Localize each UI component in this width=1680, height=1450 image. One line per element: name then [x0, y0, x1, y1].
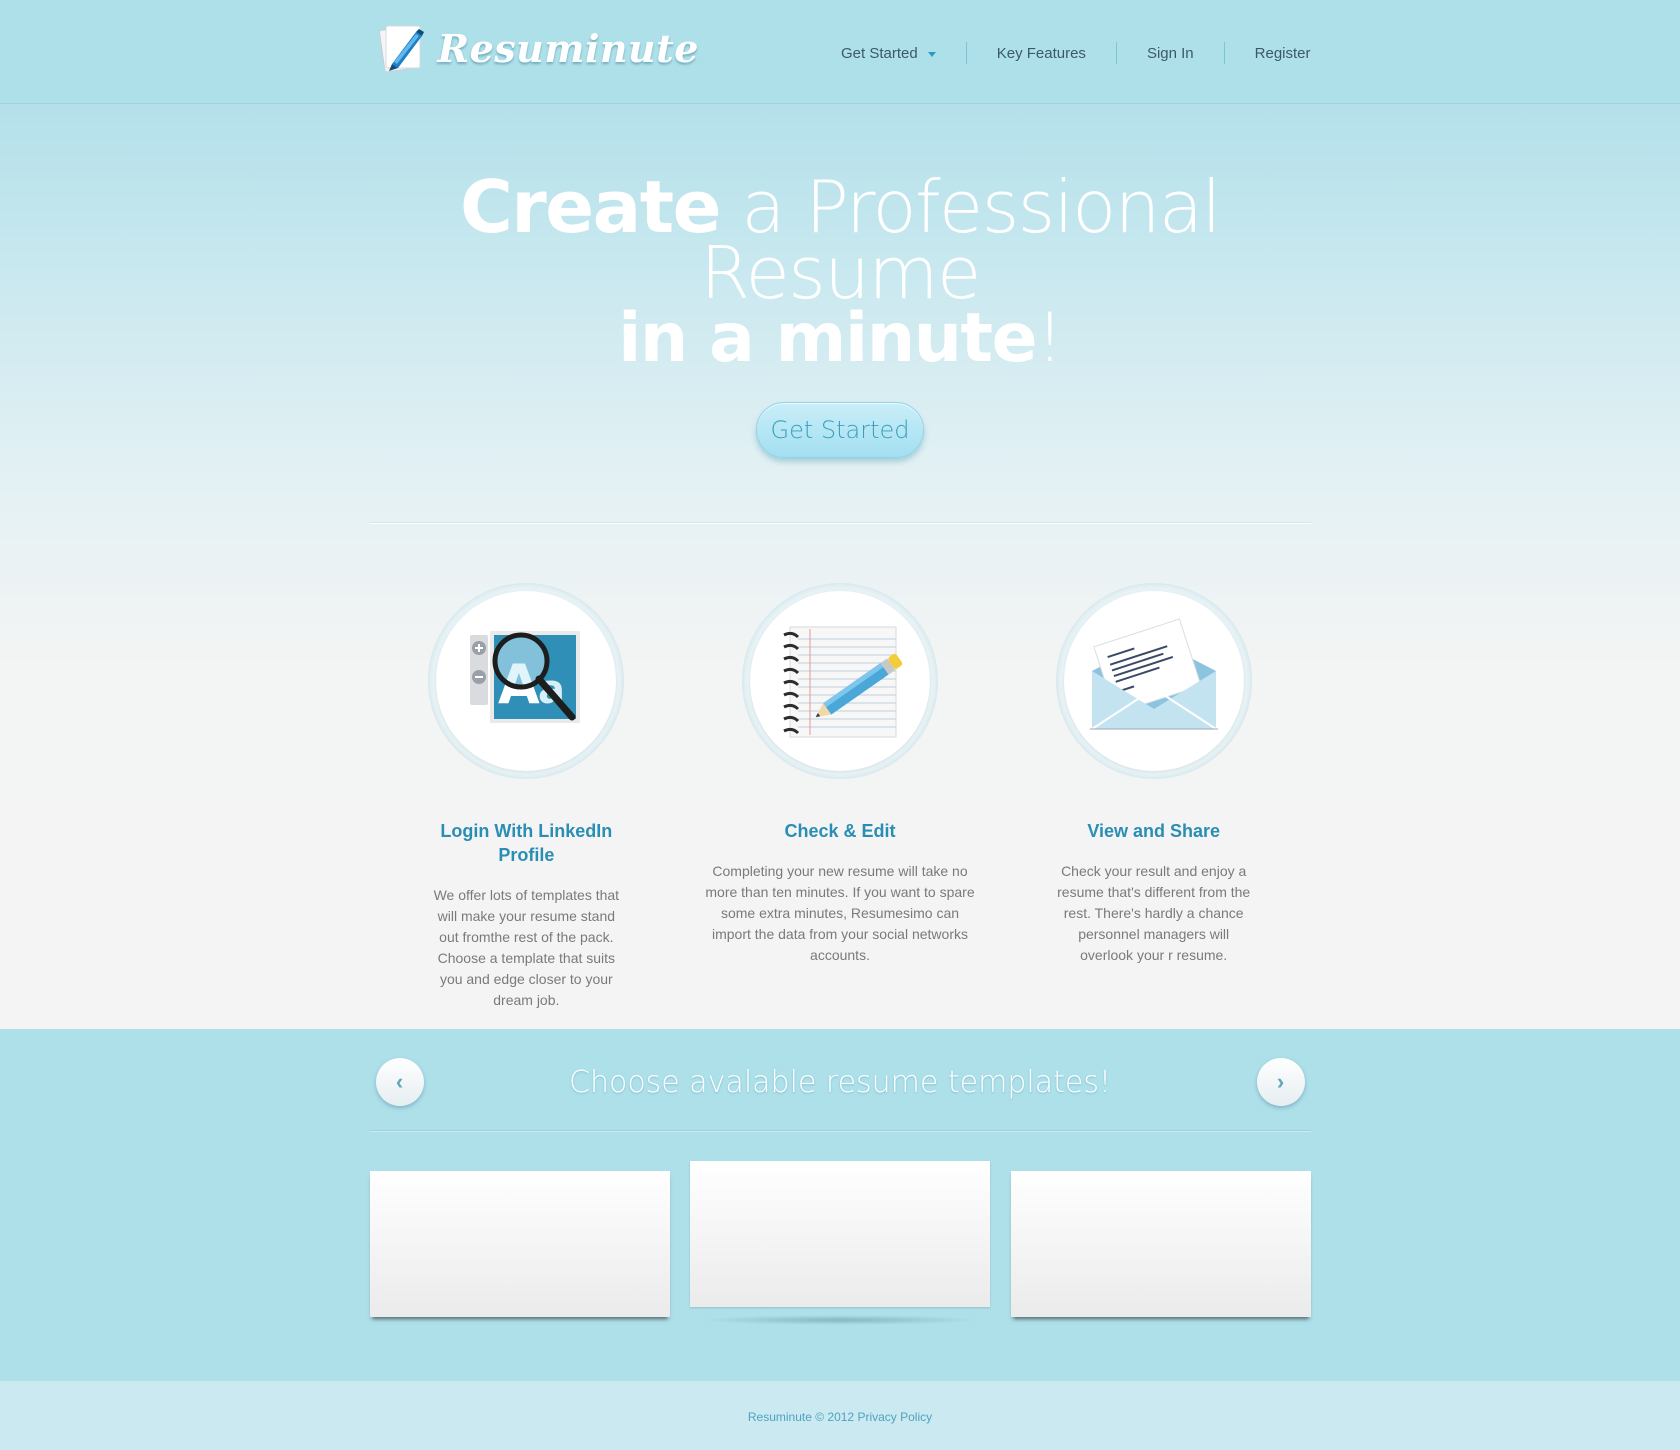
- feature-description: We offer lots of templates that will mak…: [433, 887, 620, 1008]
- headline-in-a-minute: in a minute: [618, 299, 1038, 378]
- nav-sign-in[interactable]: Sign In: [1117, 42, 1224, 64]
- feature-icon-frame: [742, 583, 938, 779]
- feature-description: Completing your new resume will take no …: [705, 863, 975, 963]
- headline-exclamation: !: [1036, 299, 1063, 378]
- hero-headline: Create a Professional Resume in a minute…: [370, 104, 1311, 373]
- site-footer: Resuminute © 2012 Privacy Policy: [0, 1381, 1680, 1450]
- envelope-letter-icon: [1063, 591, 1244, 771]
- caret-down-icon: [927, 51, 936, 57]
- magnifier-font-icon: A a: [436, 591, 617, 771]
- template-cards: [369, 1161, 1311, 1325]
- footer-copyright: © 2012: [811, 1410, 858, 1424]
- nav-key-features-label: Key Features: [996, 44, 1086, 62]
- nav-sign-in-label: Sign In: [1146, 44, 1194, 62]
- brand-name: Resuminute: [437, 25, 699, 71]
- chevron-right-icon[interactable]: ›: [1256, 1058, 1305, 1106]
- pen-icon: [378, 22, 426, 74]
- feature-title: View and Share: [1087, 821, 1221, 841]
- feature-icon-frame: [1055, 583, 1252, 779]
- feature-title: Login With LinkedIn Profile: [440, 821, 613, 865]
- privacy-policy-link[interactable]: Privacy Policy: [857, 1410, 932, 1424]
- features-row: A a Login With LinkedIn Profile We offer…: [370, 583, 1311, 1011]
- headline-line1-rest: a Professional Resume: [700, 165, 1221, 315]
- feature-view-share: View and Share Check your result and enj…: [997, 583, 1311, 1011]
- nav-register[interactable]: Register: [1225, 42, 1311, 64]
- templates-header: ‹ Choose avalable resume templates! ›: [369, 1029, 1311, 1131]
- footer-brand-link[interactable]: Resuminute: [748, 1410, 812, 1424]
- nav-get-started-label: Get Started: [841, 44, 918, 62]
- nav-get-started[interactable]: Get Started: [811, 42, 966, 64]
- main-nav: Get Started Key Features Sign In Registe…: [811, 42, 1311, 64]
- feature-linkedin: A a Login With LinkedIn Profile We offer…: [370, 583, 684, 1011]
- feature-title: Check & Edit: [784, 821, 896, 841]
- hero-section: Create a Professional Resume in a minute…: [0, 104, 1680, 1029]
- templates-title: Choose avalable resume templates!: [569, 1065, 1111, 1100]
- template-card[interactable]: [369, 1171, 670, 1317]
- site-header: Resuminute Get Started Key Features Sign…: [0, 0, 1680, 104]
- feature-description: Check your result and enjoy a resume tha…: [1057, 863, 1251, 963]
- template-card[interactable]: [690, 1161, 990, 1325]
- templates-section: ‹ Choose avalable resume templates! ›: [0, 1029, 1680, 1381]
- section-divider: [369, 522, 1311, 523]
- feature-icon-frame: A a: [428, 583, 625, 779]
- chevron-left-icon[interactable]: ‹: [375, 1058, 424, 1106]
- template-card[interactable]: [1010, 1171, 1311, 1317]
- feature-check-edit: Check & Edit Completing your new resume …: [683, 583, 997, 1011]
- headline-create: Create: [459, 165, 722, 249]
- nav-register-label: Register: [1254, 44, 1311, 62]
- notebook-pencil-icon: [750, 591, 930, 771]
- nav-key-features[interactable]: Key Features: [967, 42, 1116, 64]
- logo[interactable]: Resuminute: [378, 22, 699, 74]
- get-started-button[interactable]: Get Started: [756, 402, 924, 458]
